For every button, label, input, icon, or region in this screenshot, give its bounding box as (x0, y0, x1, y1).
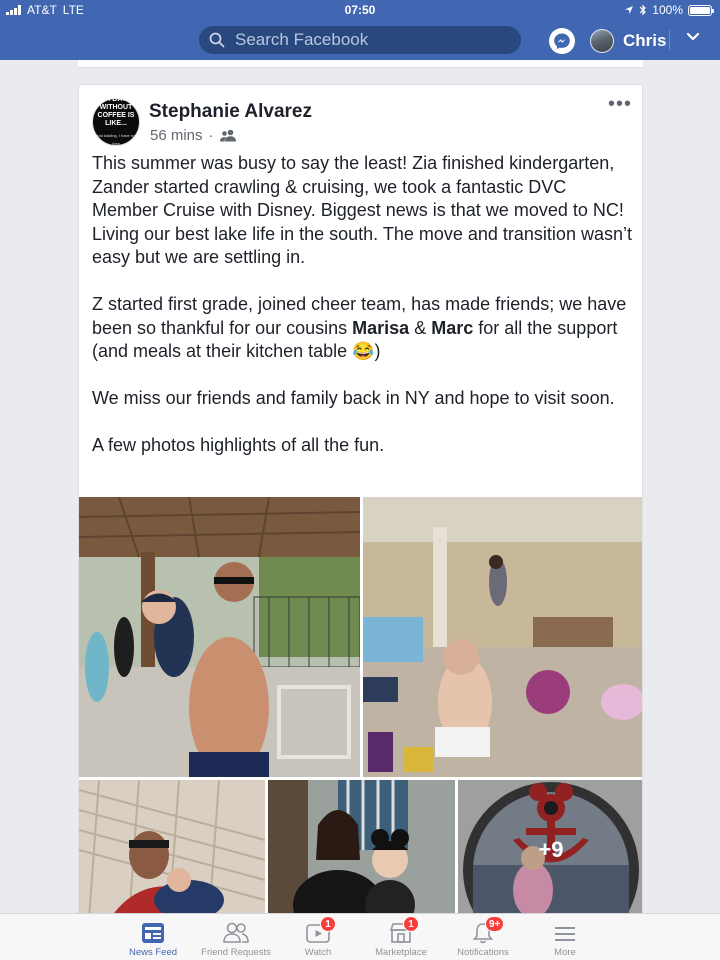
author-avatar[interactable]: A DAY WITHOUT COFFEE IS LIKE... just kid… (92, 96, 140, 146)
chevron-down-icon[interactable] (686, 32, 700, 42)
photo-hammock[interactable] (79, 780, 265, 914)
tab-label: News Feed (128, 947, 178, 958)
clock: 07:50 (344, 3, 376, 17)
messenger-icon (554, 33, 570, 49)
status-bar: AT&T LTE 07:50 100% (0, 0, 720, 20)
tagged-name[interactable]: Marc (431, 318, 473, 338)
post-paragraph: This summer was busy to say the least! Z… (92, 153, 632, 267)
post-body: This summer was busy to say the least! Z… (92, 152, 637, 481)
news-feed-icon (142, 923, 164, 943)
tagged-name[interactable]: Marisa (352, 318, 409, 338)
bluetooth-icon (639, 4, 647, 16)
messenger-button[interactable] (549, 28, 575, 54)
battery-percent: 100% (652, 3, 683, 17)
post-paragraph: Z started first grade, joined cheer team… (92, 294, 627, 361)
post-paragraph: A few photos highlights of all the fun. (92, 435, 385, 455)
location-arrow-icon (625, 6, 634, 14)
tab-notifications[interactable]: 9+ Notifications (438, 916, 528, 958)
post-author-name[interactable]: Stephanie Alvarez (149, 101, 312, 123)
friends-icon[interactable] (219, 129, 236, 142)
notification-badge: 1 (403, 916, 419, 932)
feed-post: A DAY WITHOUT COFFEE IS LIKE... just kid… (78, 84, 643, 914)
post-options-icon[interactable]: ••• (608, 94, 632, 114)
tab-more[interactable]: More (520, 918, 610, 958)
tab-label: Watch (304, 947, 332, 958)
tab-label: More (554, 947, 576, 958)
search-input[interactable] (235, 30, 505, 50)
header-divider (669, 30, 670, 50)
tab-label: Marketplace (375, 947, 427, 958)
profile-name: Chris (623, 31, 667, 50)
notification-badge: 1 (320, 916, 336, 932)
post-paragraph: We miss our friends and family back in N… (92, 388, 615, 408)
menu-icon (555, 927, 575, 941)
photo-pool-pavilion[interactable] (79, 497, 360, 777)
avatar (590, 29, 614, 53)
more-photos-count[interactable]: +9 (458, 780, 642, 914)
tab-news-feed[interactable]: News Feed (108, 918, 198, 958)
top-navigation-bar: AT&T LTE 07:50 100% Chris (0, 0, 720, 60)
notification-badge: 9+ (485, 916, 505, 932)
tab-friend-requests[interactable]: Friend Requests (191, 918, 281, 958)
post-meta: 56 mins · (150, 127, 236, 144)
tab-watch[interactable]: 1 Watch (273, 916, 363, 958)
previous-post-edge (78, 60, 643, 68)
search-bar[interactable] (199, 26, 521, 54)
photo-mom-and-baby[interactable] (268, 780, 455, 914)
photo-cruise-porthole[interactable]: +9 (458, 780, 642, 914)
avatar-logo-line: COFFEE IS LIKE... (97, 112, 135, 127)
bottom-tab-bar: News Feed Friend Requests 1 Watch 1 Mark… (0, 913, 720, 960)
photo-grid: +9 (79, 497, 642, 914)
battery-icon (688, 4, 714, 16)
friend-requests-icon (223, 922, 249, 943)
meta-separator: · (208, 127, 214, 144)
avatar-logo-line: just kidding, I have no idea (96, 133, 136, 146)
avatar-logo-line: A DAY WITHOUT (99, 96, 133, 111)
search-icon (209, 32, 225, 48)
profile-button[interactable]: Chris (590, 27, 666, 55)
tab-label: Friend Requests (201, 947, 271, 958)
tab-marketplace[interactable]: 1 Marketplace (356, 916, 446, 958)
post-timestamp[interactable]: 56 mins (150, 127, 203, 144)
tab-label: Notifications (457, 947, 509, 958)
photo-playroom[interactable] (363, 497, 642, 777)
